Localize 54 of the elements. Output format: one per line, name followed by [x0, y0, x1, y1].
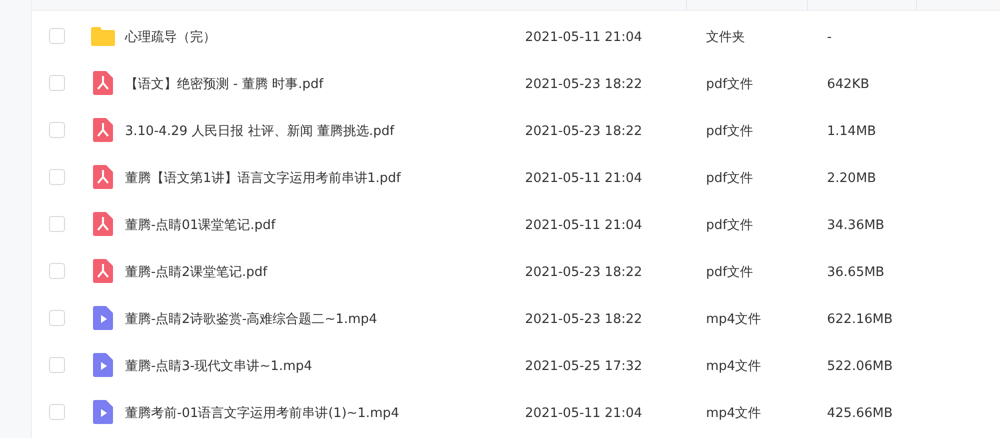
- pdf-file-icon: [93, 70, 113, 94]
- file-size: 642KB: [827, 76, 870, 92]
- file-size: -: [827, 30, 832, 44]
- checkbox[interactable]: [49, 356, 65, 372]
- checkbox[interactable]: [49, 216, 65, 232]
- file-size: 1.14MB: [827, 124, 876, 138]
- modified-date: 2021-05-23 18:22: [525, 312, 642, 326]
- checkbox[interactable]: [49, 74, 65, 90]
- file-type: pdf文件: [706, 76, 754, 92]
- file-size: 425.66MB: [827, 406, 893, 420]
- checkbox[interactable]: [49, 28, 65, 44]
- file-name[interactable]: 董腾考前-01语言文字运用考前串讲(1)~1.mp4: [125, 406, 400, 420]
- file-size: 622.16MB: [827, 312, 893, 326]
- file-size: 34.36MB: [827, 218, 884, 232]
- modified-date: 2021-05-23 18:22: [525, 124, 642, 138]
- file-type: mp4文件: [706, 358, 762, 374]
- checkbox[interactable]: [49, 404, 65, 420]
- modified-date: 2021-05-11 21:04: [525, 406, 642, 420]
- modified-date: 2021-05-25 17:32: [525, 358, 642, 374]
- file-type: 文件夹: [706, 30, 745, 44]
- pdf-file-icon: [93, 118, 113, 142]
- modified-date: 2021-05-11 21:04: [525, 170, 642, 186]
- modified-date: 2021-05-11 21:04: [525, 30, 642, 44]
- file-size: 36.65MB: [827, 264, 884, 280]
- pdf-file-icon: [93, 164, 113, 188]
- checkbox[interactable]: [49, 168, 65, 184]
- checkbox[interactable]: [49, 122, 65, 138]
- video-file-icon: [93, 400, 113, 424]
- file-type: pdf文件: [706, 170, 754, 186]
- file-name[interactable]: 董腾-点睛2课堂笔记.pdf: [125, 264, 268, 280]
- video-file-icon: [93, 352, 113, 376]
- file-type: mp4文件: [706, 312, 762, 326]
- file-name[interactable]: 董腾-点睛3-现代文串讲~1.mp4: [125, 358, 312, 374]
- modified-date: 2021-05-11 21:04: [525, 218, 642, 232]
- modified-date: 2021-05-23 18:22: [525, 76, 642, 92]
- file-type: mp4文件: [706, 406, 762, 420]
- modified-date: 2021-05-23 18:22: [525, 264, 642, 280]
- video-file-icon: [93, 306, 113, 330]
- folder-icon: [91, 26, 115, 46]
- file-type: pdf文件: [706, 218, 754, 232]
- file-size: 522.06MB: [827, 358, 893, 374]
- checkbox[interactable]: [49, 310, 65, 326]
- file-name[interactable]: 董腾-点睛2诗歌鉴赏-高难综合题二~1.mp4: [125, 312, 378, 326]
- file-name[interactable]: 心理疏导（完）: [125, 30, 216, 44]
- pdf-file-icon: [93, 258, 113, 282]
- file-type: pdf文件: [706, 124, 754, 138]
- file-type: pdf文件: [706, 264, 754, 280]
- file-name[interactable]: 3.10-4.29 人民日报 社评、新闻 董腾挑选.pdf: [125, 124, 394, 138]
- checkbox[interactable]: [49, 262, 65, 278]
- file-name[interactable]: 董腾-点睛01课堂笔记.pdf: [125, 218, 276, 232]
- pdf-file-icon: [93, 212, 113, 236]
- file-name[interactable]: 董腾【语文第1讲】语言文字运用考前串讲1.pdf: [125, 170, 401, 186]
- file-name[interactable]: 【语文】绝密预测 - 董腾 时事.pdf: [125, 76, 324, 92]
- file-size: 2.20MB: [827, 170, 876, 186]
